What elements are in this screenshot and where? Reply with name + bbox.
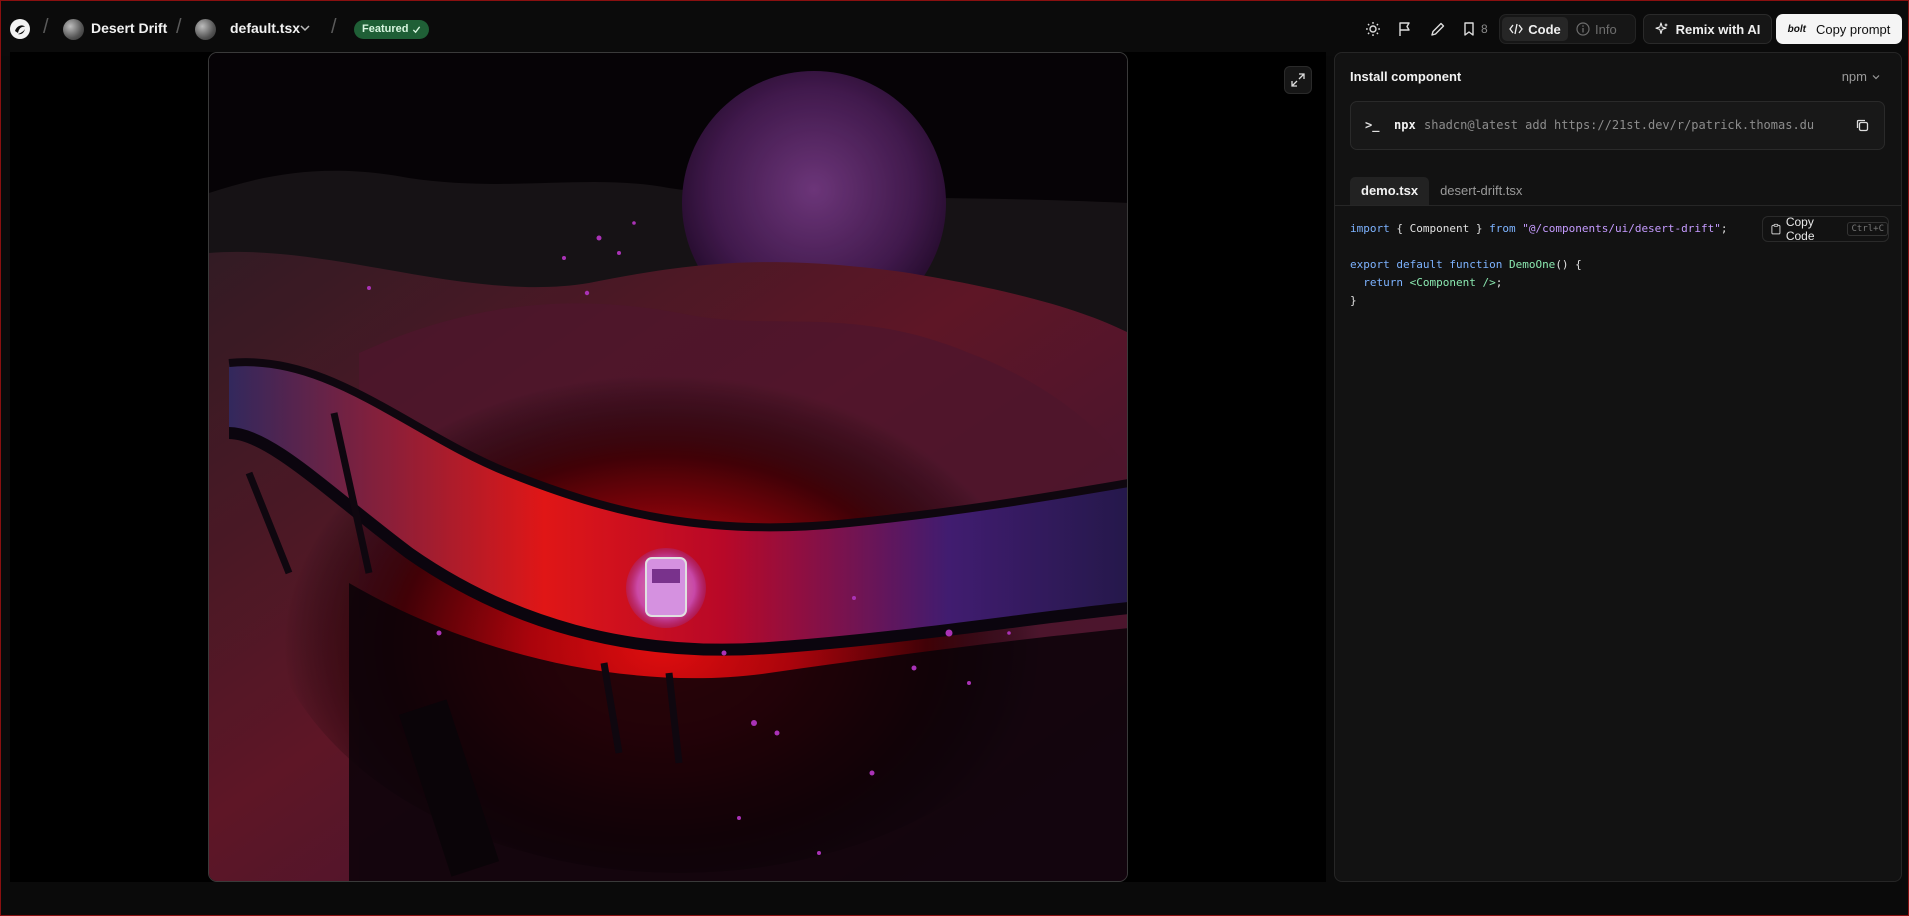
chevron-down-icon[interactable] — [298, 21, 312, 35]
sparkles-icon — [1655, 22, 1668, 35]
chevron-down-icon — [1872, 74, 1880, 79]
code-token: "@/components/ui/desert-drift" — [1515, 222, 1721, 235]
bookmark-icon[interactable] — [1459, 19, 1479, 39]
top-bar: / Desert Drift / default.tsx / Featured … — [0, 0, 1909, 56]
copy-prompt-label: Copy prompt — [1815, 21, 1891, 37]
edit-pencil-icon[interactable] — [1428, 19, 1448, 39]
keyboard-shortcut: Ctrl+C — [1847, 222, 1888, 236]
code-token: DemoOne — [1502, 258, 1556, 271]
install-command-box[interactable]: >_ npx shadcn@latest add https://21st.de… — [1350, 101, 1885, 150]
bolt-logo: bolt — [1787, 23, 1806, 35]
desert-drift-scene-image — [209, 53, 1127, 881]
remix-with-ai-button[interactable]: Remix with AI — [1643, 14, 1772, 44]
remix-label: Remix with AI — [1675, 21, 1761, 37]
command-args: shadcn@latest add https://21st.dev/r/pat… — [1424, 118, 1815, 132]
code-block: import { Component } from "@/components/… — [1350, 220, 1728, 310]
code-token: ; — [1495, 276, 1503, 289]
terminal-prompt-icon: >_ — [1365, 118, 1380, 132]
breadcrumb-separator: / — [176, 16, 182, 38]
flag-icon[interactable] — [1395, 19, 1415, 39]
code-token: { — [1389, 222, 1410, 235]
install-title: Install component — [1350, 69, 1462, 84]
clipboard-icon — [1771, 223, 1781, 235]
copy-icon[interactable] — [1855, 118, 1870, 133]
code-tab-button[interactable]: Code — [1502, 17, 1568, 41]
component-preview-canvas[interactable] — [208, 52, 1128, 882]
info-tab-button[interactable]: Info — [1576, 17, 1632, 41]
theme-toggle-icon[interactable] — [1363, 19, 1383, 39]
code-token: Component — [1409, 222, 1470, 235]
code-token: export default function — [1350, 258, 1503, 271]
file-name[interactable]: default.tsx — [230, 20, 300, 36]
breadcrumb-separator: / — [43, 16, 49, 38]
code-token: ; — [1720, 222, 1728, 235]
code-token: <Component /> — [1402, 276, 1496, 289]
install-panel: Install component npm >_ npx shadcn@late… — [1334, 52, 1902, 882]
code-token: return — [1350, 276, 1403, 289]
tab-demo-tsx[interactable]: demo.tsx — [1350, 177, 1430, 205]
featured-label: Featured — [362, 23, 409, 35]
code-token: from — [1489, 222, 1516, 235]
command-tool: npx — [1394, 118, 1416, 132]
info-tab-label: Info — [1595, 21, 1617, 37]
tabs-divider — [1335, 205, 1901, 206]
code-brackets-icon — [1509, 23, 1524, 35]
copy-prompt-button[interactable]: bolt Copy prompt — [1776, 14, 1902, 44]
file-tabs: demo.tsx desert-drift.tsx — [1350, 177, 1533, 205]
expand-preview-button[interactable] — [1284, 66, 1312, 94]
expand-icon — [1291, 73, 1305, 87]
bookmark-count: 8 — [1481, 22, 1488, 36]
project-name[interactable]: Desert Drift — [91, 20, 167, 36]
code-token: import — [1350, 222, 1390, 235]
featured-badge: Featured — [354, 20, 430, 39]
code-tab-label: Code — [1528, 21, 1561, 37]
info-icon — [1576, 22, 1590, 36]
breadcrumb-separator: / — [331, 16, 337, 38]
author-avatar[interactable] — [63, 19, 84, 40]
file-avatar[interactable] — [195, 19, 216, 40]
code-token: } — [1350, 294, 1357, 307]
view-toggle: Code Info — [1499, 14, 1636, 44]
code-token: } — [1469, 222, 1490, 235]
package-manager-label: npm — [1841, 69, 1867, 84]
tab-desert-drift-tsx[interactable]: desert-drift.tsx — [1429, 177, 1533, 205]
check-icon — [413, 26, 421, 34]
copy-code-label: Copy Code — [1785, 215, 1815, 243]
copy-code-button[interactable]: Copy Code Ctrl+C — [1762, 215, 1889, 243]
site-logo-icon[interactable] — [9, 18, 31, 40]
package-manager-select[interactable]: npm — [1842, 69, 1881, 84]
code-token: () { — [1555, 258, 1582, 271]
